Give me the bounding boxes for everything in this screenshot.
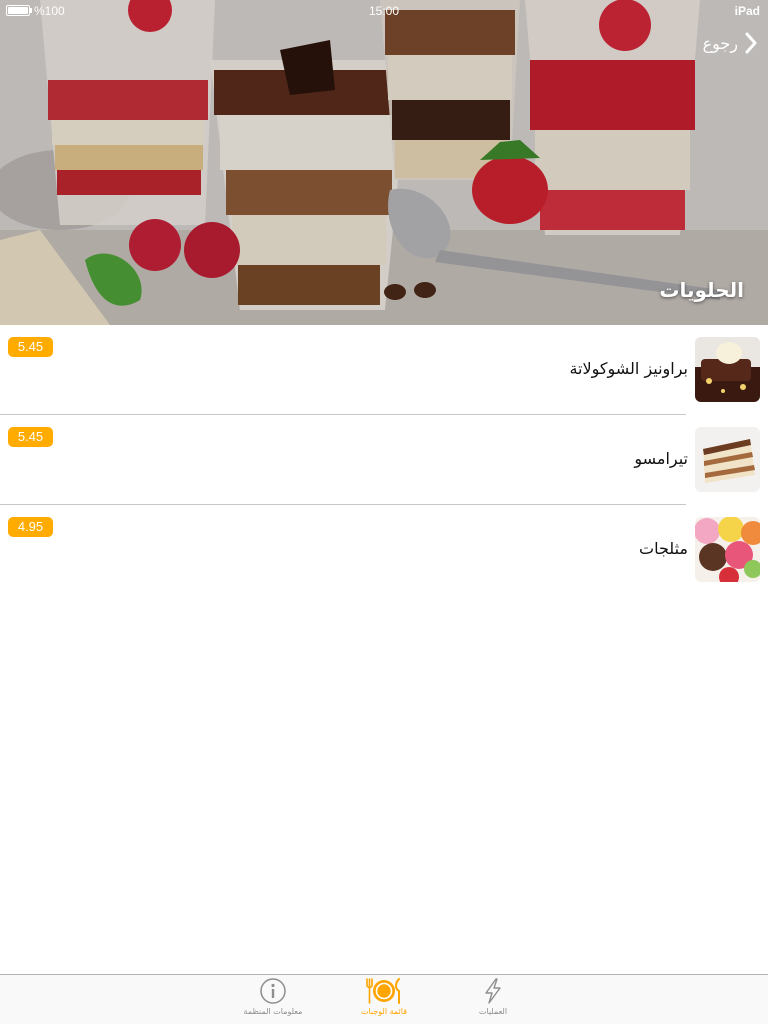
tab-meals-menu[interactable]: قائمة الوجبات: [344, 977, 424, 1016]
ice-cream-thumbnail: [695, 517, 760, 582]
tab-bar: معلومات المنظمة قائمة الوجبات العمليات: [0, 974, 768, 1024]
chevron-right-icon: [745, 32, 757, 54]
status-bar: %100 15:00 iPad: [0, 0, 768, 22]
tiramisu-thumbnail: [695, 427, 760, 492]
menu-list: براونيز الشوكولاتة 5.45 تيرامسو 5.45 مثل…: [0, 325, 768, 595]
back-label: رجوع: [702, 33, 738, 53]
lightning-icon: [485, 978, 501, 1004]
info-icon: [260, 978, 286, 1004]
price-badge: 5.45: [8, 337, 53, 357]
plate-cutlery-icon: [366, 978, 400, 1004]
item-name: براونيز الشوكولاتة: [569, 359, 688, 378]
image-overlay: [0, 0, 768, 325]
back-button[interactable]: رجوع: [703, 30, 758, 56]
tab-operations[interactable]: العمليات: [453, 977, 533, 1016]
header-image: %100 15:00 iPad رجوع الحلويات: [0, 0, 768, 325]
price-badge: 4.95: [8, 517, 53, 537]
item-name: مثلجات: [639, 539, 688, 558]
screen: %100 15:00 iPad رجوع الحلويات براونيز ال…: [0, 0, 768, 1024]
list-item[interactable]: مثلجات 4.95: [0, 505, 768, 595]
tab-label: قائمة الوجبات: [360, 1007, 408, 1016]
list-item[interactable]: تيرامسو 5.45: [0, 415, 768, 505]
device-name: iPad: [734, 4, 760, 18]
price-badge: 5.45: [8, 427, 53, 447]
page-title: الحلويات: [659, 278, 744, 302]
item-name: تيرامسو: [634, 449, 688, 468]
clock: 15:00: [368, 4, 400, 18]
tab-label: العمليات: [478, 1007, 508, 1016]
brownie-thumbnail: [695, 337, 760, 402]
list-item[interactable]: براونيز الشوكولاتة 5.45: [0, 325, 768, 415]
tab-label: معلومات المنظمة: [243, 1007, 303, 1016]
tab-organization-info[interactable]: معلومات المنظمة: [233, 977, 313, 1016]
